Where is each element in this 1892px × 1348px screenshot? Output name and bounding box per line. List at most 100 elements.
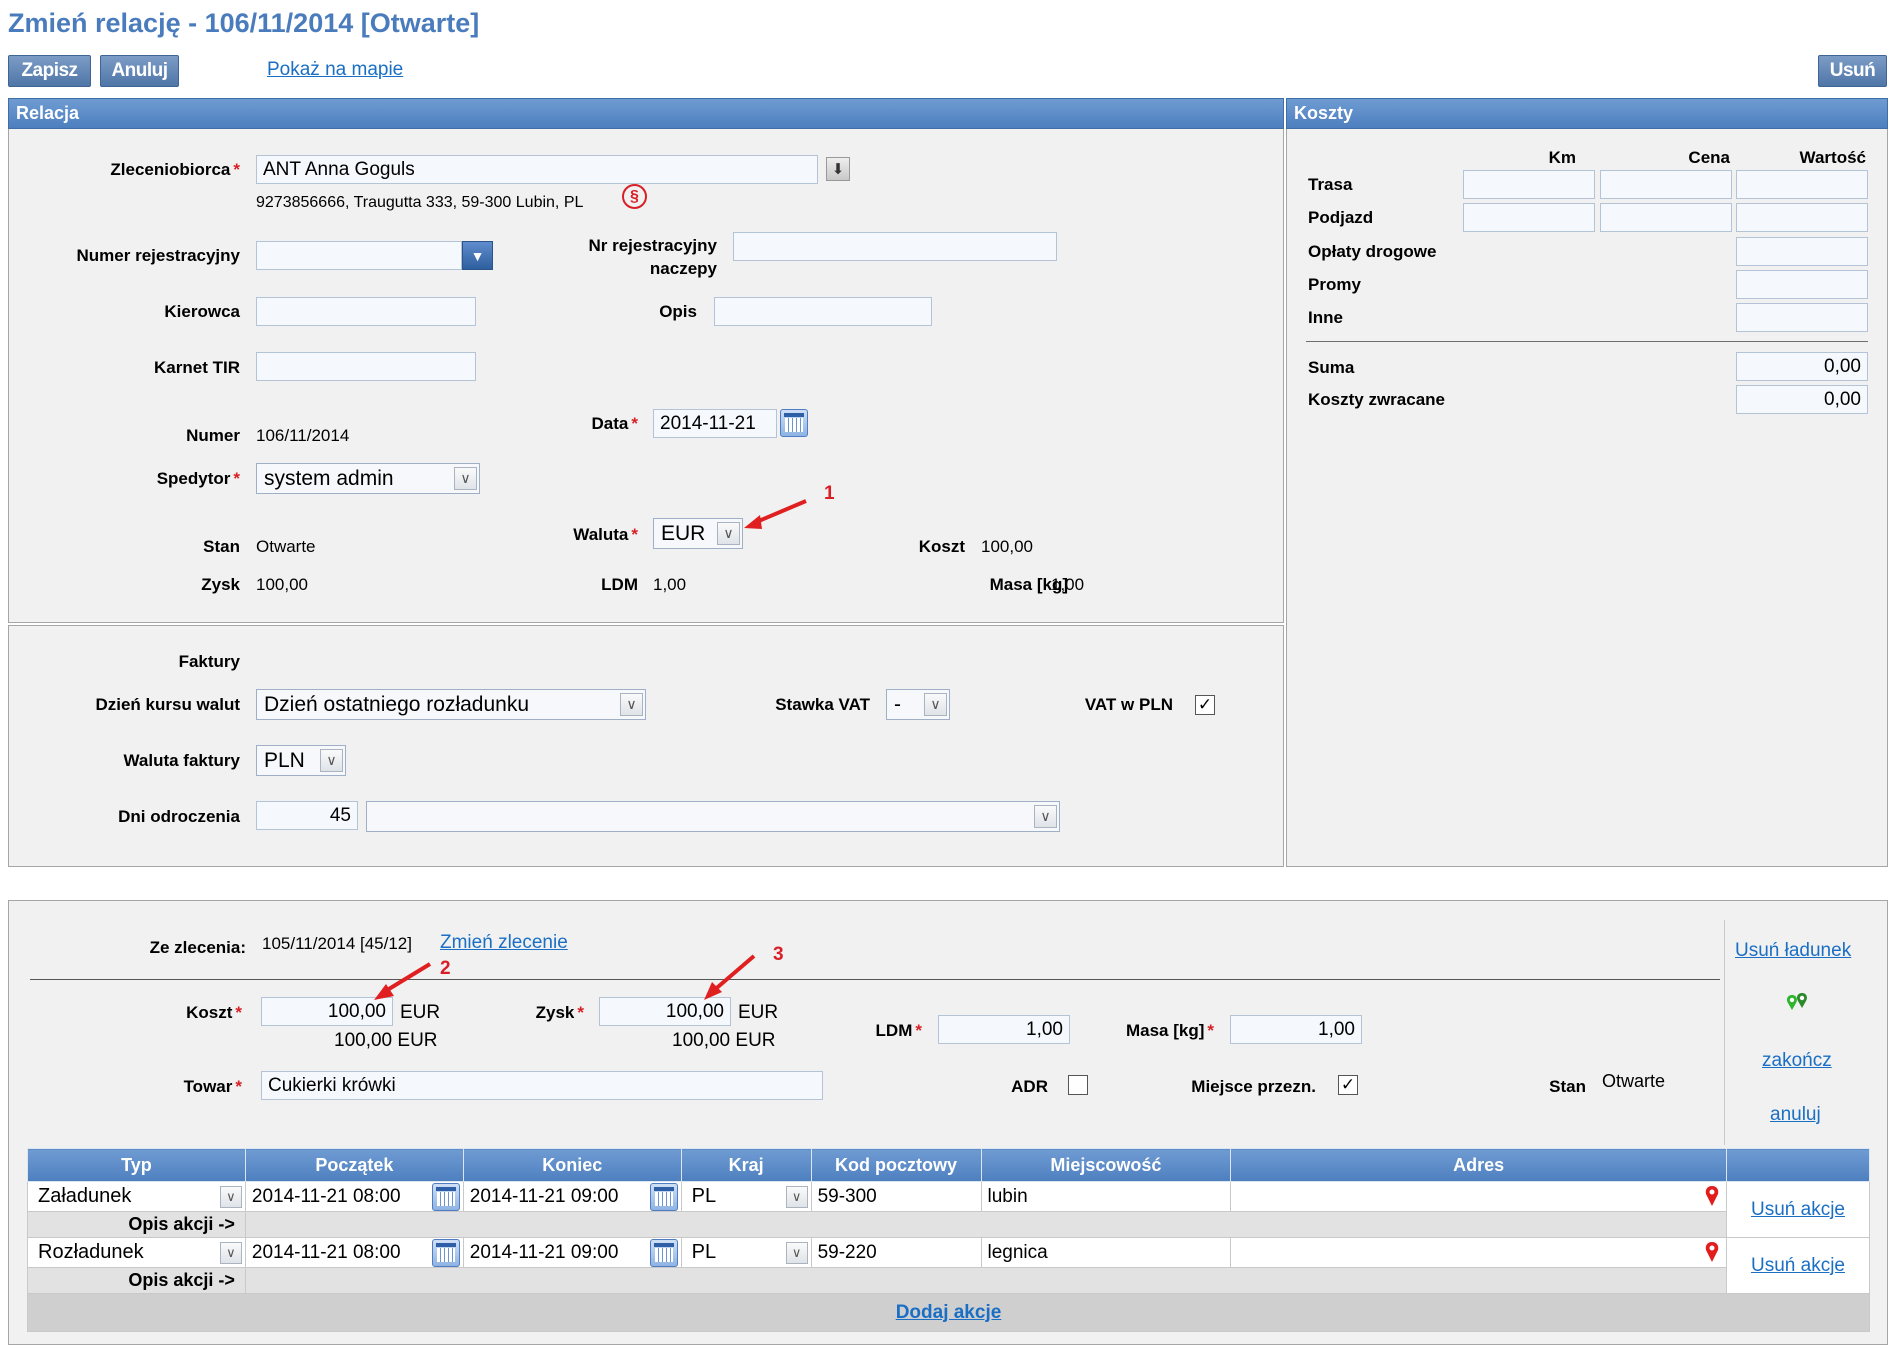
zmien-zlecenie-link[interactable]: Zmień zlecenie: [440, 932, 568, 954]
calendar-icon[interactable]: [649, 1182, 678, 1211]
table-row-opis: Opis akcji ->: [27, 1211, 1870, 1238]
miejscowosc-input[interactable]: lubin: [982, 1183, 1231, 1211]
kierowca-input[interactable]: [256, 297, 476, 326]
calendar-icon[interactable]: [649, 1238, 678, 1267]
typ-select[interactable]: Rozładunek ∨: [28, 1239, 245, 1267]
ladunek-zysk-currency: EUR: [738, 1002, 779, 1023]
opis-akcji-field[interactable]: [244, 1211, 1728, 1238]
ldm-value: 1,00: [653, 575, 687, 594]
calendar-icon[interactable]: [431, 1182, 460, 1211]
numer-label: Numer: [186, 426, 240, 445]
numer-rej-dropdown-icon[interactable]: ▼: [462, 241, 493, 270]
inne-wartosc-input[interactable]: [1736, 303, 1868, 332]
podjazd-km-input[interactable]: [1463, 203, 1595, 232]
podjazd-cena-input[interactable]: [1600, 203, 1732, 232]
waluta-select[interactable]: EUR ∨: [653, 518, 743, 549]
annotation-arrow-1: [744, 499, 807, 529]
spedytor-label: Spedytor *: [156, 469, 240, 488]
nr-rej-naczepy-label-1: Nr rejestracyjny: [588, 236, 717, 255]
typ-select[interactable]: Załadunek ∨: [28, 1183, 245, 1211]
data-input[interactable]: 2014-11-21: [653, 409, 777, 438]
dzien-kursu-select[interactable]: Dzień ostatniego rozładunku ∨: [256, 689, 646, 720]
ze-zlecenia-label: Ze zlecenia:: [149, 938, 246, 957]
adres-input[interactable]: [1231, 1183, 1726, 1211]
kraj-select[interactable]: PL ∨: [682, 1239, 811, 1267]
koszty-divider: [1306, 341, 1868, 342]
nr-rej-naczepy-input[interactable]: [733, 232, 1057, 261]
stawka-vat-select[interactable]: - ∨: [886, 689, 950, 720]
kod-input[interactable]: 59-220: [812, 1239, 981, 1267]
ladunek-ldm-input[interactable]: 1,00: [938, 1015, 1070, 1044]
delete-button[interactable]: Usuń: [1818, 55, 1887, 87]
masa-value: 1,00: [1051, 575, 1085, 594]
col-poczatek: Początek: [244, 1148, 464, 1182]
anuluj-link[interactable]: anuluj: [1770, 1104, 1821, 1126]
opis-input[interactable]: [714, 297, 932, 326]
podjazd-wartosc-input[interactable]: [1736, 203, 1868, 232]
vat-pln-checkbox[interactable]: ✓: [1195, 695, 1215, 715]
miejsce-przezn-checkbox[interactable]: ✓: [1338, 1075, 1358, 1095]
waluta-faktury-select[interactable]: PLN ∨: [256, 745, 346, 776]
zakoncz-link[interactable]: zakończ: [1762, 1050, 1832, 1072]
kod-input[interactable]: 59-300: [812, 1183, 981, 1211]
ladunek-koszt-currency: EUR: [400, 1002, 441, 1023]
towar-input[interactable]: Cukierki krówki: [261, 1071, 823, 1100]
miejscowosc-input[interactable]: legnica: [982, 1239, 1231, 1267]
usun-akcje-link[interactable]: Usuń akcje: [1751, 1255, 1845, 1276]
end-input[interactable]: 2014-11-21 09:00: [464, 1182, 681, 1211]
opis-akcji-field[interactable]: [244, 1267, 1728, 1294]
ladunek-masa-label: Masa [kg] *: [1125, 1021, 1214, 1040]
dodaj-akcje-link[interactable]: Dodaj akcje: [896, 1302, 1002, 1323]
nr-rej-naczepy-label-2: naczepy: [649, 259, 717, 278]
promy-wartosc-input[interactable]: [1736, 270, 1868, 299]
karnet-tir-label: Karnet TIR: [154, 358, 240, 377]
opis-akcji-label[interactable]: Opis akcji ->: [27, 1267, 246, 1294]
map-pin-icon[interactable]: [1704, 1185, 1720, 1207]
oplaty-wartosc-input[interactable]: [1736, 237, 1868, 266]
ldm-label: LDM: [601, 575, 638, 594]
kraj-select[interactable]: PL ∨: [682, 1183, 811, 1211]
koszty-col-cena: Cena: [1688, 148, 1730, 167]
save-button[interactable]: Zapisz: [8, 55, 91, 87]
ladunek-ldm-label: LDM *: [875, 1021, 922, 1040]
numer-rej-input[interactable]: [256, 241, 462, 270]
map-pin-icon[interactable]: [1704, 1241, 1720, 1263]
zleceniobiorca-input[interactable]: ANT Anna Goguls: [256, 155, 818, 184]
chevron-down-icon: ∨: [454, 467, 477, 490]
show-on-map-link[interactable]: Pokaż na mapie: [267, 59, 403, 81]
karnet-tir-input[interactable]: [256, 352, 476, 381]
download-arrow-icon[interactable]: ⬇: [826, 157, 850, 181]
suma-label: Suma: [1308, 358, 1355, 377]
zleceniobiorca-label: Zleceniobiorca *: [110, 160, 240, 179]
end-input[interactable]: 2014-11-21 09:00: [464, 1238, 681, 1267]
dni-odroczenia-input[interactable]: 45: [256, 801, 358, 830]
usun-ladunek-link[interactable]: Usuń ładunek: [1735, 940, 1851, 962]
relacja-header: Relacja: [8, 98, 1284, 129]
paragraph-icon[interactable]: §: [622, 184, 647, 209]
trasa-km-input[interactable]: [1463, 170, 1595, 199]
adr-checkbox[interactable]: [1068, 1075, 1088, 1095]
masa-label: Masa [kg]: [989, 575, 1068, 594]
col-kod-pocztowy: Kod pocztowy: [810, 1148, 982, 1182]
ladunek-masa-input[interactable]: 1,00: [1230, 1015, 1362, 1044]
calendar-icon[interactable]: [780, 409, 808, 437]
stan-label: Stan: [203, 537, 240, 556]
start-input[interactable]: 2014-11-21 08:00: [246, 1182, 463, 1211]
stan-value: Otwarte: [256, 537, 316, 556]
opis-akcji-label[interactable]: Opis akcji ->: [27, 1211, 246, 1238]
map-pins-icon[interactable]: [1784, 992, 1812, 1018]
trasa-cena-input[interactable]: [1600, 170, 1732, 199]
cancel-button[interactable]: Anuluj: [100, 55, 179, 87]
col-typ: Typ: [27, 1148, 246, 1182]
koszt-label: Koszt: [918, 537, 965, 556]
start-input[interactable]: 2014-11-21 08:00: [246, 1238, 463, 1267]
calendar-icon[interactable]: [431, 1238, 460, 1267]
trasa-wartosc-input[interactable]: [1736, 170, 1868, 199]
vat-pln-label: VAT w PLN: [1084, 695, 1173, 714]
usun-akcje-link[interactable]: Usuń akcje: [1751, 1199, 1845, 1220]
adres-input[interactable]: [1231, 1239, 1726, 1267]
chevron-down-icon: ∨: [219, 1185, 242, 1208]
dni-odroczenia-select[interactable]: ∨: [366, 801, 1060, 832]
ladunek-koszt-converted: 100,00 EUR: [334, 1030, 438, 1051]
spedytor-select[interactable]: system admin ∨: [256, 463, 480, 494]
